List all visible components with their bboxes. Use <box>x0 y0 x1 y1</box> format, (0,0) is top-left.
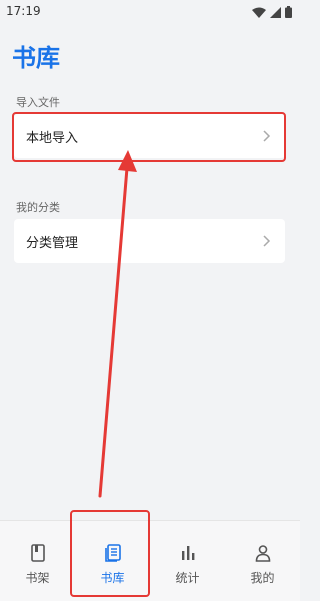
status-time: 17:19 <box>6 4 41 18</box>
stats-icon <box>181 546 194 560</box>
status-icons <box>252 6 292 18</box>
tab-profile-label: 我的 <box>250 571 275 585</box>
highlight-local-import <box>12 112 286 162</box>
wifi-icon <box>252 7 266 18</box>
signal-icon <box>270 6 281 18</box>
battery-icon <box>285 6 292 18</box>
status-bar: 17:19 <box>0 0 300 26</box>
highlight-library-tab <box>70 510 150 597</box>
tab-bookshelf[interactable]: 书架 <box>0 521 75 601</box>
page-title: 书库 <box>12 44 60 72</box>
chevron-right-icon <box>263 235 271 247</box>
section-label-import: 导入文件 <box>16 96 60 109</box>
category-management-label: 分类管理 <box>26 235 79 251</box>
annotation-arrow <box>98 150 137 498</box>
profile-icon <box>255 545 270 562</box>
bookshelf-icon <box>30 544 45 562</box>
section-label-categories: 我的分类 <box>16 201 60 214</box>
tab-stats-label: 统计 <box>175 571 200 585</box>
tab-profile[interactable]: 我的 <box>225 521 300 601</box>
bottom-tab-bar: 书架 书库 统计 我的 <box>0 520 300 601</box>
category-management-item[interactable]: 分类管理 <box>14 219 285 263</box>
tab-bookshelf-label: 书架 <box>25 571 50 585</box>
tab-stats[interactable]: 统计 <box>150 521 225 601</box>
